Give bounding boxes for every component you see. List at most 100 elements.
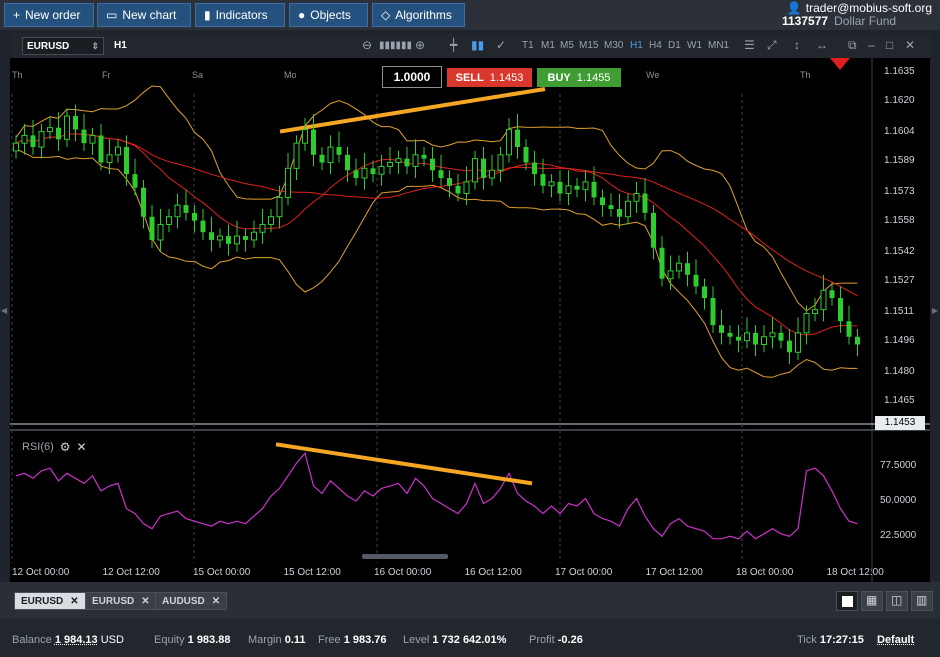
time-tick-label: 17 Oct 00:00 [555, 567, 613, 578]
candle-bull [820, 289, 827, 311]
candle-bull [472, 158, 478, 183]
candle-bear [430, 158, 435, 171]
balance-label: Balance [12, 634, 52, 646]
zoom-slider[interactable]: ▮▮▮▮▮▮ [379, 40, 412, 51]
tick-item: Tick 17:27:15 [797, 634, 864, 646]
account-number: 1137577 [782, 14, 829, 28]
candlestick-icon[interactable]: ▮▮ [471, 38, 484, 52]
updown-icon: ⇕ [91, 40, 99, 51]
day-label: Th [800, 70, 811, 80]
tab-audusd[interactable]: AUDUSD ✕ [155, 592, 228, 610]
price-tick-label: 1.1604 [884, 125, 915, 137]
close-icon[interactable]: ✕ [905, 38, 915, 52]
indicators-button[interactable]: ▮ Indicators [195, 3, 285, 27]
margin-value: 0.11 [284, 634, 306, 646]
layout-columns-button[interactable]: ◫ [886, 591, 908, 611]
expand-icon[interactable]: ⤢ [767, 38, 777, 53]
price-tick-label: 1.1496 [884, 334, 915, 346]
equity-item: Equity 1 983.88 [154, 634, 230, 646]
algorithms-label: Algorithms [395, 8, 452, 22]
close-icon[interactable]: ✕ [141, 596, 149, 607]
vertical-resize-icon[interactable]: ↕ [794, 38, 800, 52]
tf-h4[interactable]: H4 [649, 40, 662, 51]
chart-grid [10, 58, 930, 582]
tf-w1[interactable]: W1 [687, 40, 702, 51]
candle-bear [183, 205, 189, 213]
account-info[interactable]: 👤 trader@mobius-soft.org 1137577 Dollar … [782, 2, 932, 28]
candle-bear [132, 174, 138, 188]
bar-chart-icon[interactable]: ┿ [450, 38, 457, 52]
candle-bull [803, 313, 810, 334]
zoom-out-icon[interactable]: ⊖ [362, 38, 372, 52]
tf-m30[interactable]: M30 [604, 40, 623, 51]
layout-grid-button[interactable]: ▦ [861, 591, 883, 611]
zoom-in-icon[interactable]: ⊕ [415, 38, 425, 52]
candle-bear [710, 298, 716, 326]
tab-eurusd-2[interactable]: EURUSD ✕ [85, 592, 157, 610]
objects-button[interactable]: ● Objects [289, 3, 368, 27]
candle-bull [667, 270, 674, 280]
horizontal-resize-icon[interactable]: ↔ [816, 38, 828, 52]
tf-h1[interactable]: H1 [630, 40, 643, 51]
candle-bear [651, 212, 656, 248]
algorithms-button[interactable]: ◇ Algorithms [372, 3, 465, 27]
tf-t1[interactable]: T1 [522, 40, 534, 51]
close-icon[interactable]: ✕ [77, 440, 87, 454]
chart-plot[interactable] [10, 58, 930, 582]
candle-bear [226, 236, 231, 244]
new-order-button[interactable]: + New order [4, 3, 94, 27]
list-icon[interactable]: ☰ [744, 38, 755, 52]
close-icon[interactable]: ✕ [70, 596, 78, 607]
candle-bull [251, 231, 257, 241]
tab-eurusd[interactable]: EURUSD ✕ [14, 592, 86, 610]
rsi-tick-label: 22.5000 [880, 529, 917, 541]
horizontal-scrollbar[interactable] [362, 554, 448, 559]
tick-value: 17:27:15 [819, 634, 864, 646]
price-tick-label: 1.1589 [884, 154, 915, 166]
time-axis: 12 Oct 00:00 12 Oct 12:00 15 Oct 00:00 15 O… [10, 564, 884, 582]
tf-m1[interactable]: M1 [541, 40, 555, 51]
current-price-badge: 1.1453 [875, 416, 925, 430]
candle-bull [795, 332, 801, 353]
left-collapse-icon[interactable]: ◀ [1, 306, 7, 315]
candle-bear [642, 193, 648, 213]
tf-m5[interactable]: M5 [560, 40, 574, 51]
maximize-icon[interactable]: □ [886, 38, 893, 52]
candle-bear [336, 147, 342, 155]
symbol-select[interactable]: EURUSD ⇕ [22, 37, 104, 55]
layout-single-button[interactable] [836, 591, 858, 611]
close-icon[interactable]: ✕ [212, 596, 220, 607]
gear-icon[interactable]: ⚙ [60, 440, 71, 454]
tf-mn1[interactable]: MN1 [708, 40, 729, 51]
candle-bull [217, 235, 223, 241]
day-label: Fr [102, 70, 111, 80]
tf-d1[interactable]: D1 [668, 40, 681, 51]
candle-bull [268, 216, 274, 225]
minimize-icon[interactable]: ‒ [868, 38, 875, 52]
right-collapse-icon[interactable]: ▶ [932, 306, 938, 315]
buy-button[interactable]: BUY 1.1455 [537, 68, 621, 87]
lower-band-line [15, 148, 858, 378]
price-tick-label: 1.1511 [884, 305, 914, 317]
layout-rows-button[interactable]: ▥ [911, 591, 933, 611]
candle-bull [744, 332, 750, 342]
level-value: 1 732 642.01% [432, 634, 507, 646]
level-label: Level [403, 634, 430, 646]
quantity-input[interactable]: 1.0000 [382, 66, 442, 88]
candle-bear [787, 340, 792, 353]
sell-button[interactable]: SELL 1.1453 [447, 68, 532, 87]
time-tick-label: 12 Oct 00:00 [12, 567, 70, 578]
new-chart-button[interactable]: ▭ New chart [97, 3, 191, 27]
candle-bull [302, 129, 308, 144]
margin-label: Margin [248, 634, 282, 646]
line-chart-icon[interactable]: ✓ [496, 38, 506, 52]
default-profile[interactable]: Default [877, 634, 914, 646]
candle-bull [676, 262, 682, 272]
alert-marker-icon[interactable] [830, 58, 850, 70]
candle-bull [21, 134, 28, 144]
candle-bear [719, 325, 724, 333]
candle-bear [600, 197, 605, 206]
tf-m15[interactable]: M15 [579, 40, 598, 51]
rsi-line [15, 451, 858, 540]
detach-icon[interactable]: ⧉ [848, 38, 857, 53]
